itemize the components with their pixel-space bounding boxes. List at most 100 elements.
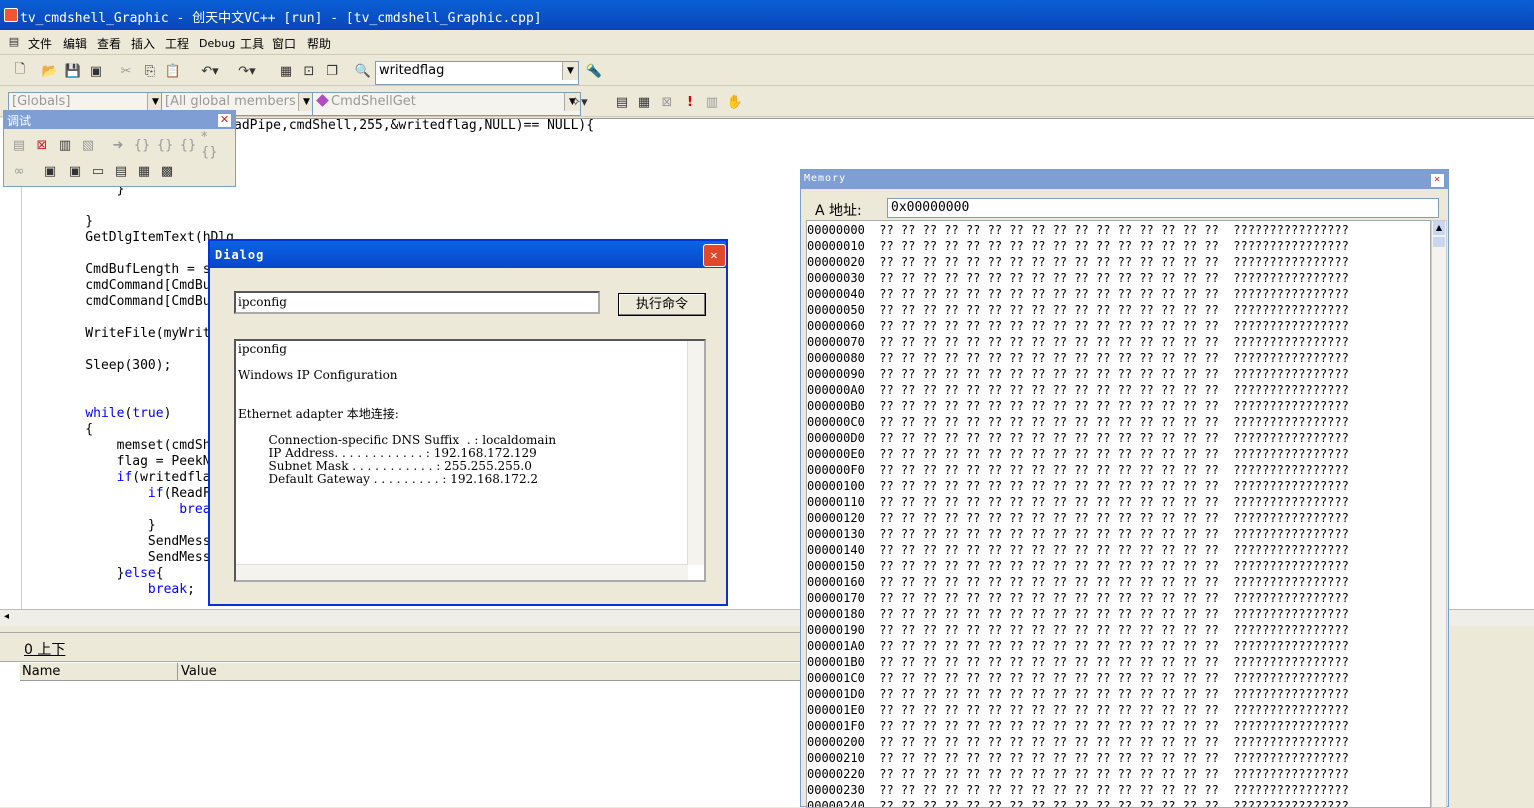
show-next-statement-icon[interactable]: ➜ xyxy=(108,135,128,155)
close-icon[interactable]: ✕ xyxy=(703,244,726,267)
window-list-icon[interactable]: ❐ xyxy=(322,61,342,81)
registers-window-icon[interactable]: ▭ xyxy=(88,161,108,181)
run-to-cursor-icon[interactable]: *{} xyxy=(201,130,221,160)
memory-bytes: ?? ?? ?? ?? ?? ?? ?? ?? ?? ?? ?? ?? ?? ?… xyxy=(864,399,1219,413)
new-text-file-icon[interactable]: 🗋 xyxy=(10,61,30,81)
memory-ascii: ???????????????? xyxy=(1218,271,1349,285)
cut-icon[interactable]: ✂ xyxy=(116,61,136,81)
save-all-icon[interactable]: ▣ xyxy=(86,61,106,81)
document-icon[interactable]: ▤ xyxy=(6,33,22,49)
memory-row: 00000080 ?? ?? ?? ?? ?? ?? ?? ?? ?? ?? ?… xyxy=(807,350,1349,366)
menu-help[interactable]: 帮助 xyxy=(307,35,331,52)
output-textarea[interactable]: ipconfig Windows IP Configuration Ethern… xyxy=(234,339,706,582)
execute-command-button[interactable]: 执行命令 xyxy=(618,293,706,316)
workspace-icon[interactable]: ▦ xyxy=(276,61,296,81)
find-combo[interactable]: writedflag ▼ xyxy=(375,61,579,85)
memory-ascii: ???????????????? xyxy=(1218,751,1349,765)
debug-toolbar-header[interactable]: 调试 ✕ xyxy=(4,111,235,129)
vertical-scrollbar[interactable]: ▲ xyxy=(1431,220,1447,808)
memory-bytes: ?? ?? ?? ?? ?? ?? ?? ?? ?? ?? ?? ?? ?? ?… xyxy=(864,559,1219,573)
wizard-action-icon[interactable]: ✧▾ xyxy=(563,92,595,112)
step-over-icon[interactable]: {} xyxy=(155,135,175,155)
memory-ascii: ???????????????? xyxy=(1218,383,1349,397)
copy-icon[interactable]: ⎘ xyxy=(140,61,160,81)
scroll-left-icon[interactable]: ◂ xyxy=(4,611,9,622)
memory-dump[interactable]: 00000000 ?? ?? ?? ?? ?? ?? ?? ?? ?? ?? ?… xyxy=(806,220,1431,808)
step-into-icon[interactable]: {} xyxy=(132,135,152,155)
menu-debug[interactable]: Debug xyxy=(199,37,235,50)
vertical-scrollbar[interactable] xyxy=(687,341,704,565)
memory-address: 000001E0 xyxy=(807,703,865,717)
scroll-up-icon[interactable]: ▲ xyxy=(1433,221,1445,235)
menu-tools[interactable]: 工具 xyxy=(240,35,264,52)
find-in-files-icon[interactable]: 🔍 xyxy=(353,61,373,81)
menu-file[interactable]: 文件 xyxy=(28,35,52,52)
memory-row: 00000150 ?? ?? ?? ?? ?? ?? ?? ?? ?? ?? ?… xyxy=(807,558,1349,574)
dialog-titlebar[interactable]: Dialog ✕ xyxy=(210,241,726,268)
memory-row: 00000100 ?? ?? ?? ?? ?? ?? ?? ?? ?? ?? ?… xyxy=(807,478,1349,494)
memory-ascii: ???????????????? xyxy=(1218,543,1349,557)
compile-icon[interactable]: ▤ xyxy=(612,92,632,112)
tab-label[interactable]: 0 上下 xyxy=(24,639,65,659)
step-out-icon[interactable]: {} xyxy=(178,135,198,155)
dialog-window: Dialog ✕ ipconfig 执行命令 ipconfig Windows … xyxy=(208,239,728,606)
memory-address: 00000120 xyxy=(807,511,865,525)
memory-address: 00000210 xyxy=(807,751,865,765)
memory-ascii: ???????????????? xyxy=(1218,431,1349,445)
execute-icon[interactable]: ! xyxy=(680,92,700,112)
close-icon[interactable]: ✕ xyxy=(1430,173,1445,188)
chevron-down-icon[interactable]: ▼ xyxy=(562,62,578,80)
memory-address: 00000190 xyxy=(807,623,865,637)
apply-code-changes-icon[interactable]: ▧ xyxy=(78,135,98,155)
go-icon[interactable]: ▥ xyxy=(702,92,722,112)
stop-debugging-icon[interactable]: ⊠ xyxy=(32,135,52,155)
quickwatch-icon[interactable]: ∞ xyxy=(9,161,29,181)
menu-edit[interactable]: 编辑 xyxy=(63,35,87,52)
memory-ascii: ???????????????? xyxy=(1218,639,1349,653)
paste-icon[interactable]: 📋 xyxy=(163,61,183,81)
function-combo[interactable]: CmdShellGet ▼ xyxy=(312,92,581,116)
column-name-header[interactable]: Name xyxy=(22,664,60,679)
find-icon[interactable]: 🔦 xyxy=(584,61,604,81)
call-stack-icon[interactable]: ▦ xyxy=(134,161,154,181)
memory-bytes: ?? ?? ?? ?? ?? ?? ?? ?? ?? ?? ?? ?? ?? ?… xyxy=(864,575,1219,589)
watch-window-icon[interactable]: ▣ xyxy=(40,161,60,181)
restart-icon[interactable]: ▤ xyxy=(9,135,29,155)
memory-address: 00000080 xyxy=(807,351,865,365)
output-icon[interactable]: ⊡ xyxy=(299,61,319,81)
menu-project[interactable]: 工程 xyxy=(165,35,189,52)
breakpoint-hand-icon[interactable]: ✋ xyxy=(725,92,745,112)
menu-window[interactable]: 窗口 xyxy=(272,35,296,52)
build-icon[interactable]: ▦ xyxy=(634,92,654,112)
code-line: } xyxy=(54,214,94,229)
address-input[interactable]: 0x00000000 xyxy=(887,198,1439,218)
open-folder-icon[interactable]: 📂 xyxy=(40,61,60,81)
memory-address: 00000110 xyxy=(807,495,865,509)
memory-ascii: ???????????????? xyxy=(1218,303,1349,317)
disassembly-icon[interactable]: ▩ xyxy=(157,161,177,181)
memory-ascii: ???????????????? xyxy=(1218,735,1349,749)
close-icon[interactable]: ✕ xyxy=(217,113,232,128)
horizontal-scrollbar[interactable] xyxy=(236,564,688,580)
memory-bytes: ?? ?? ?? ?? ?? ?? ?? ?? ?? ?? ?? ?? ?? ?… xyxy=(864,527,1219,541)
column-value-header[interactable]: Value xyxy=(181,664,217,679)
command-input[interactable]: ipconfig xyxy=(234,291,600,314)
variables-window-icon[interactable]: ▣ xyxy=(65,161,85,181)
memory-window-icon[interactable]: ▤ xyxy=(111,161,131,181)
memory-address: 00000070 xyxy=(807,335,865,349)
memory-address: 00000170 xyxy=(807,591,865,605)
memory-ascii: ???????????????? xyxy=(1218,463,1349,477)
memory-address: 00000180 xyxy=(807,607,865,621)
undo-icon[interactable]: ↶▾ xyxy=(195,61,225,81)
menu-insert[interactable]: 插入 xyxy=(131,35,155,52)
stop-build-icon[interactable]: ⊠ xyxy=(657,92,677,112)
memory-bytes: ?? ?? ?? ?? ?? ?? ?? ?? ?? ?? ?? ?? ?? ?… xyxy=(864,287,1219,301)
memory-bytes: ?? ?? ?? ?? ?? ?? ?? ?? ?? ?? ?? ?? ?? ?… xyxy=(864,623,1219,637)
scroll-thumb[interactable] xyxy=(1433,237,1445,247)
redo-icon[interactable]: ↷▾ xyxy=(232,61,262,81)
save-icon[interactable]: 💾 xyxy=(63,61,83,81)
menu-view[interactable]: 查看 xyxy=(97,35,121,52)
memory-titlebar[interactable]: Memory ✕ xyxy=(801,170,1448,189)
break-icon[interactable]: ▥ xyxy=(55,135,75,155)
memory-bytes: ?? ?? ?? ?? ?? ?? ?? ?? ?? ?? ?? ?? ?? ?… xyxy=(864,703,1219,717)
